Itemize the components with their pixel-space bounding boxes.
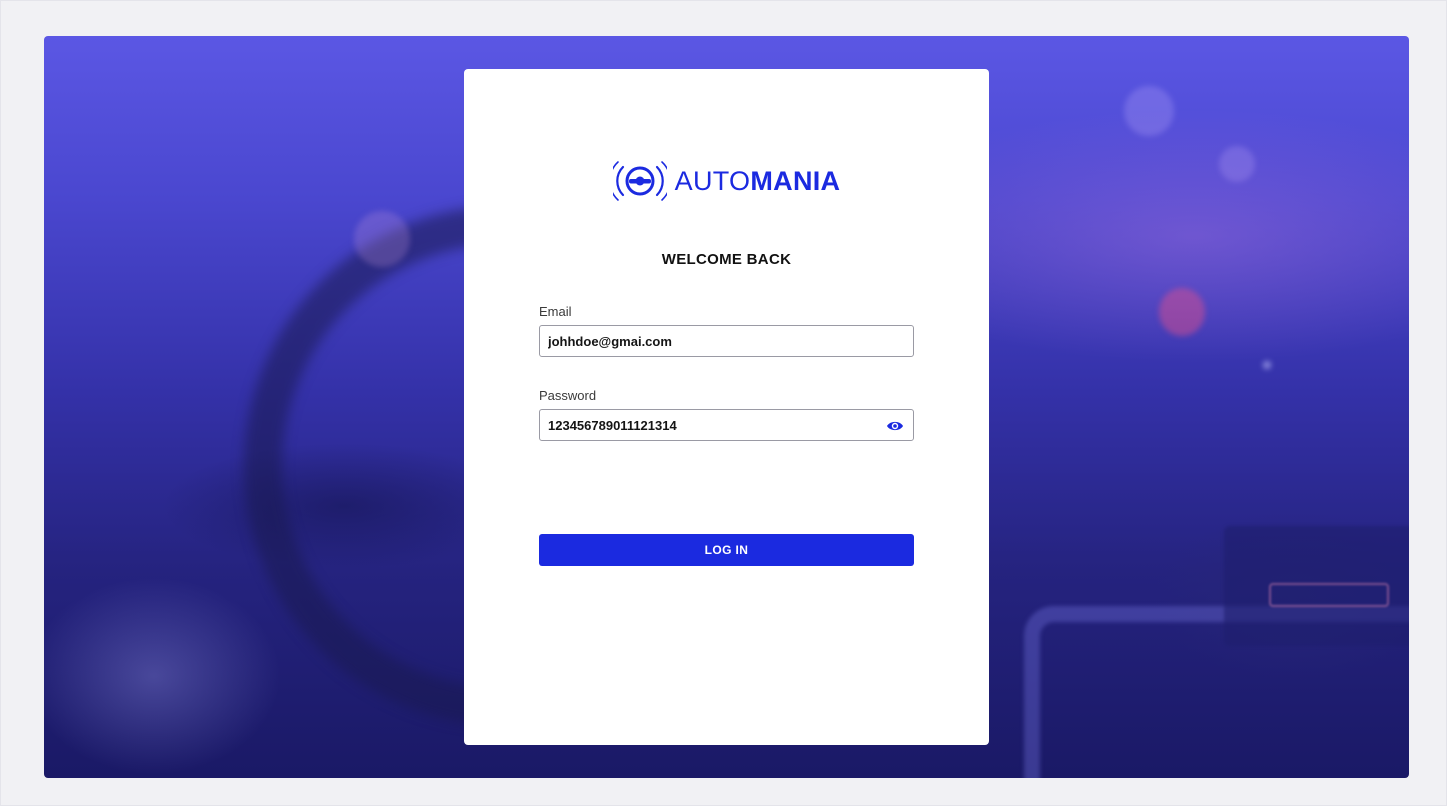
welcome-title: WELCOME BACK xyxy=(661,251,792,268)
login-button[interactable]: LOG IN xyxy=(539,534,914,566)
page-frame: AUTOMANIA WELCOME BACK Email Password LO… xyxy=(0,0,1447,806)
bokeh-light xyxy=(354,211,410,267)
bokeh-light xyxy=(1159,288,1205,336)
dashboard-screen-bar xyxy=(1269,583,1389,607)
bokeh-light xyxy=(1263,361,1271,369)
login-card: AUTOMANIA WELCOME BACK Email Password LO… xyxy=(464,69,989,745)
show-password-button[interactable] xyxy=(884,417,906,435)
steering-wheel-signal-icon xyxy=(612,161,667,201)
password-field[interactable] xyxy=(539,409,914,441)
brand-logo: AUTOMANIA xyxy=(464,155,989,207)
brand-name-light: AUTO xyxy=(674,165,751,196)
brand-name-bold: MANIA xyxy=(750,165,841,196)
email-label: Email xyxy=(539,304,572,319)
bokeh-light xyxy=(1219,146,1255,182)
bokeh-light xyxy=(1124,86,1174,136)
password-label: Password xyxy=(539,388,597,403)
eye-icon xyxy=(887,421,903,431)
brand-wordmark: AUTOMANIA xyxy=(675,166,841,197)
email-field[interactable] xyxy=(539,325,914,357)
